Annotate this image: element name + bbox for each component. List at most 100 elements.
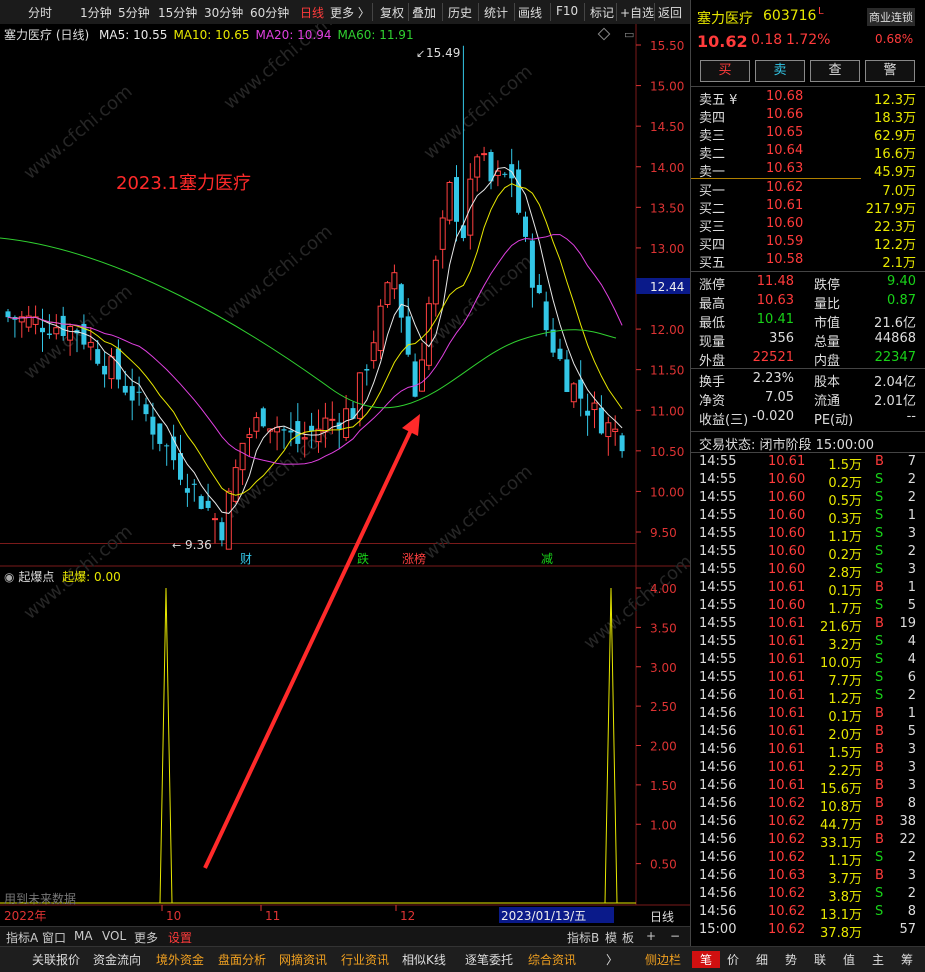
- tick-price: 10.61: [768, 634, 806, 649]
- sector-name[interactable]: 商业连锁: [867, 8, 915, 26]
- tool-4[interactable]: 画线: [518, 4, 542, 21]
- candle-body: [260, 408, 266, 427]
- tick-row: 14:55 10.60 0.2万 S 2: [691, 544, 925, 563]
- bottom-item-17[interactable]: 主: [872, 951, 884, 968]
- bottom-item-7[interactable]: 逐笔委托: [465, 951, 513, 968]
- tool-1[interactable]: 叠加: [412, 4, 436, 21]
- bid-volume: 217.9万: [865, 202, 916, 217]
- timeframe-6[interactable]: 日线: [300, 4, 324, 21]
- x-axis-label-3: 12: [400, 909, 415, 923]
- ma-label-0: MA5: 10.55: [99, 28, 168, 42]
- bottom-item-15[interactable]: 联: [814, 951, 826, 968]
- tick-volume: 21.6万: [820, 620, 862, 635]
- bottom-item-12[interactable]: 价: [727, 951, 739, 968]
- stat-value: 10.41: [756, 312, 794, 327]
- timeframe-4[interactable]: 30分钟: [204, 4, 243, 21]
- tick-side: B: [875, 796, 884, 811]
- tab-right-0[interactable]: 指标B: [567, 929, 599, 946]
- tab-right-3[interactable]: +: [646, 929, 656, 943]
- kline-chart-svg[interactable]: ▭15.5015.0014.5014.0013.5013.0012.5012.0…: [0, 11, 697, 924]
- tab-right-1[interactable]: 模: [605, 929, 617, 946]
- watermark: www.cfchi.com: [20, 81, 137, 184]
- stat-row: 最低 10.41 市值 21.6亿: [691, 312, 925, 331]
- price-tick-label: 14.50: [650, 120, 684, 134]
- bottom-item-4[interactable]: 网摘资讯: [279, 951, 327, 968]
- timeframe-5[interactable]: 60分钟: [250, 4, 289, 21]
- ask-price: 10.65: [766, 125, 804, 140]
- bottom-item-13[interactable]: 细: [756, 951, 768, 968]
- candle-body: [164, 445, 170, 447]
- settings-dot-icon[interactable]: ◉: [4, 570, 14, 584]
- tick-price: 10.63: [768, 868, 806, 883]
- tick-row: 14:55 10.60 1.7万 S 5: [691, 598, 925, 617]
- candle-body: [5, 311, 11, 318]
- bottom-item-18[interactable]: 筹: [901, 951, 913, 968]
- bottom-item-3[interactable]: 盘面分析: [218, 951, 266, 968]
- event-marker-2: 涨榜: [402, 551, 426, 566]
- kline-chart-area[interactable]: ▭15.5015.0014.5014.0013.5013.0012.5012.0…: [0, 11, 697, 924]
- timeframe-1[interactable]: 1分钟: [80, 4, 112, 21]
- tab-left-0[interactable]: 指标A: [6, 929, 38, 946]
- tool-5[interactable]: F10: [556, 4, 578, 18]
- tick-row: 14:56 10.61 0.1万 B 1: [691, 706, 925, 725]
- tick-row: 14:55 10.60 0.5万 S 2: [691, 490, 925, 509]
- timeframe-7[interactable]: 更多 〉: [330, 4, 370, 21]
- tick-volume: 3.8万: [828, 890, 862, 905]
- tool-0[interactable]: 复权: [380, 4, 404, 21]
- tick-volume: 0.5万: [828, 494, 862, 509]
- tab-right-2[interactable]: 板: [622, 929, 634, 946]
- bottom-item-1[interactable]: 资金流向: [93, 951, 141, 968]
- trade-button-3[interactable]: 警: [865, 60, 915, 82]
- timeframe-0[interactable]: 分时: [28, 4, 52, 21]
- tick-count: 8: [907, 904, 916, 919]
- tick-price: 10.62: [768, 922, 806, 937]
- candle-body: [219, 522, 225, 541]
- tick-row: 15:00 10.62 37.8万 57: [691, 922, 925, 941]
- candle-body: [143, 404, 149, 415]
- tab-right-4[interactable]: −: [670, 929, 680, 943]
- tick-price: 10.61: [768, 616, 806, 631]
- bottom-item-2[interactable]: 境外资金: [156, 951, 204, 968]
- tool-6[interactable]: 标记: [590, 4, 614, 21]
- tool-2[interactable]: 历史: [448, 4, 472, 21]
- tool-3[interactable]: 统计: [484, 4, 508, 21]
- tick-time: 14:55: [699, 526, 737, 541]
- tick-side: S: [875, 652, 884, 667]
- tick-price: 10.61: [768, 706, 806, 721]
- bottom-item-16[interactable]: 值: [843, 951, 855, 968]
- stat-key: 现量: [699, 335, 726, 350]
- candle-body: [612, 428, 619, 432]
- tab-left-5[interactable]: 设置: [168, 929, 192, 946]
- tick-count: 3: [907, 868, 916, 883]
- stat-key: 总量: [814, 335, 841, 350]
- tick-volume: 2.0万: [828, 728, 862, 743]
- bottom-item-5[interactable]: 行业资讯: [341, 951, 389, 968]
- timeframe-3[interactable]: 15分钟: [158, 4, 197, 21]
- tab-left-4[interactable]: 更多: [134, 929, 158, 946]
- bottom-item-8[interactable]: 综合资讯: [528, 951, 576, 968]
- candle-body: [122, 385, 128, 393]
- bottom-item-11[interactable]: 笔: [692, 951, 721, 968]
- bottom-item-0[interactable]: 关联报价: [32, 951, 80, 968]
- tick-count: 2: [907, 472, 916, 487]
- tab-left-3[interactable]: VOL: [102, 929, 126, 943]
- bid-label: 买四: [699, 238, 726, 253]
- tab-left-2[interactable]: MA: [74, 929, 93, 943]
- bottom-item-6[interactable]: 相似K线: [402, 951, 446, 968]
- tool-8[interactable]: 返回: [658, 4, 682, 21]
- bottom-item-9[interactable]: 〉: [606, 951, 618, 968]
- x-axis-label-2: 11: [265, 909, 280, 923]
- trade-button-1[interactable]: 卖: [755, 60, 805, 82]
- tick-volume: 1.1万: [828, 854, 862, 869]
- tick-count: 38: [899, 814, 916, 829]
- timeframe-2[interactable]: 5分钟: [118, 4, 150, 21]
- stock-header: 塞力医疗 603716 L 商业连锁: [691, 6, 925, 27]
- trade-button-0[interactable]: 买: [700, 60, 750, 82]
- tab-left-1[interactable]: 窗口: [42, 929, 66, 946]
- low-label: 9.36: [185, 538, 212, 552]
- trade-button-2[interactable]: 查: [810, 60, 860, 82]
- bottom-item-10[interactable]: 侧边栏: [645, 951, 681, 968]
- bottom-item-14[interactable]: 势: [785, 951, 797, 968]
- tool-7[interactable]: +自选: [620, 4, 654, 21]
- tick-side: S: [875, 526, 884, 541]
